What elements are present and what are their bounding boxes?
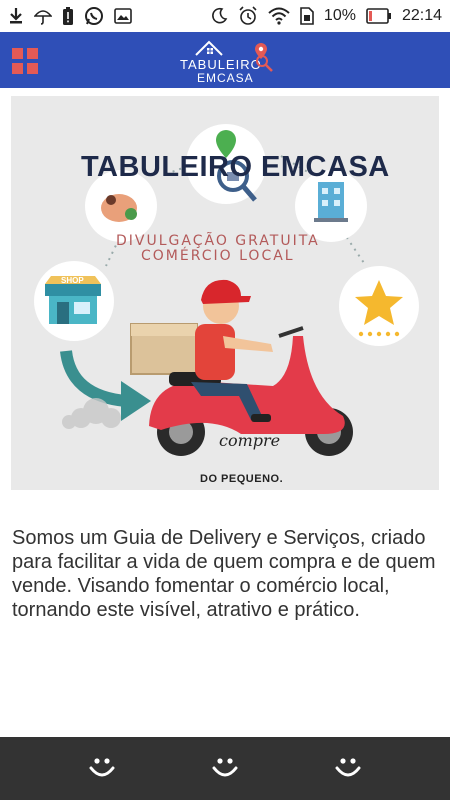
brand-line1: TABULEIRO <box>180 57 262 72</box>
app-bar: TABULEIRO EMCASA <box>0 32 450 88</box>
sim-icon <box>300 7 314 25</box>
house-roof-icon <box>195 40 223 56</box>
promo-banner: TABULEIRO EMCASA DIVULGAÇÃO GRATUITA COM… <box>11 96 439 490</box>
status-bar-left <box>8 6 132 26</box>
nav-button-2[interactable] <box>210 754 240 784</box>
smiley-icon <box>212 757 238 776</box>
brand-line2: EMCASA <box>197 71 254 85</box>
banner-script-text: compre <box>219 431 281 450</box>
download-icon <box>10 8 22 24</box>
image-icon <box>114 8 132 24</box>
grid-menu-icon[interactable] <box>12 48 38 74</box>
brand-logo[interactable]: TABULEIRO EMCASA <box>170 35 280 85</box>
banner-title: TABULEIRO EMCASA <box>81 151 390 183</box>
shop-bubble-icon <box>34 261 114 341</box>
nav-button-1[interactable] <box>87 754 117 784</box>
battery-percent: 10% <box>323 7 356 24</box>
moon-icon <box>211 7 228 24</box>
battery-alert-icon <box>63 7 73 25</box>
banner-footer: DO PEQUENO. <box>200 473 284 485</box>
about-description: Somos um Guia de Delivery e Serviços, cr… <box>12 527 436 621</box>
umbrella-icon <box>34 10 52 25</box>
star-bubble-icon <box>339 266 419 346</box>
nav-button-3[interactable] <box>333 754 363 784</box>
banner-subtitle-line2: COMÉRCIO LOCAL <box>141 248 295 264</box>
smiley-icon <box>335 757 361 776</box>
clock: 22:14 <box>401 7 442 24</box>
shop-sign: SHOP <box>61 276 84 285</box>
status-bar-right: 10% 22:14 <box>210 6 442 26</box>
bottom-nav <box>0 737 450 800</box>
arrow-icon <box>60 350 127 407</box>
whatsapp-icon <box>85 7 103 25</box>
location-search-icon <box>255 43 273 72</box>
alarm-icon <box>239 6 257 25</box>
smiley-icon <box>89 757 115 776</box>
status-bar: 10% 22:14 <box>0 0 450 32</box>
banner-subtitle-line1: DIVULGAÇÃO GRATUITA <box>116 233 320 249</box>
wifi-icon <box>268 7 290 25</box>
battery-icon <box>366 8 391 24</box>
